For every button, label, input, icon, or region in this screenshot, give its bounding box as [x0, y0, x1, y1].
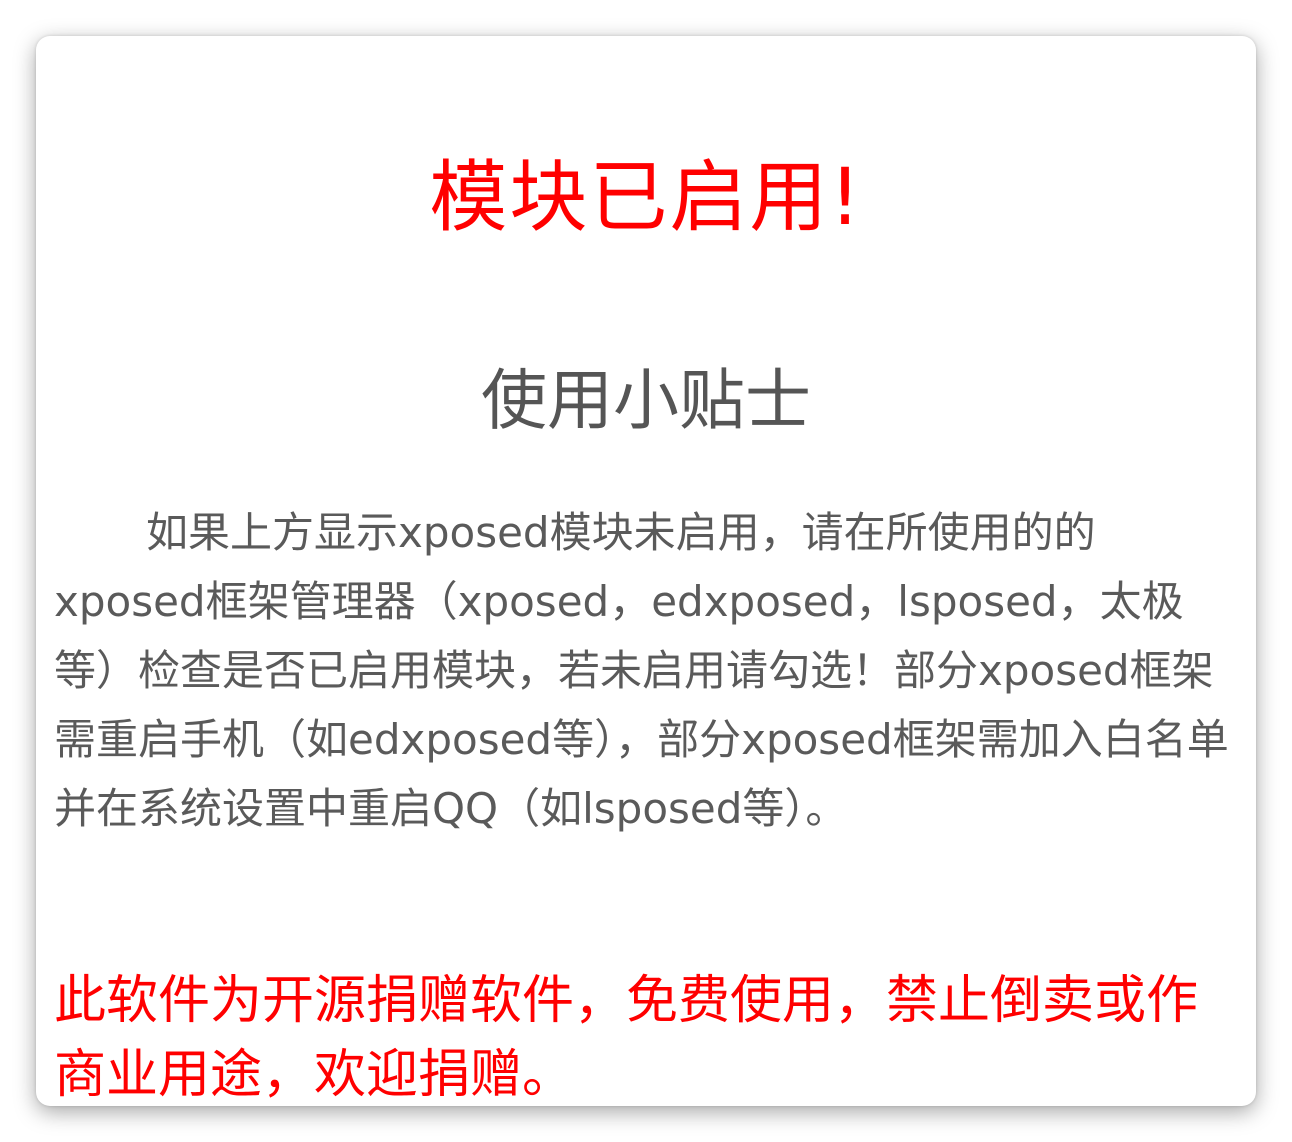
tips-title: 使用小贴士: [481, 362, 811, 439]
tips-body: 如果上方显示xposed模块未启用，请在所使用的的xposed框架管理器（xpo…: [54, 508, 1229, 833]
donation-notice: 此软件为开源捐赠软件，免费使用，禁止倒卖或作商业用途，欢迎捐赠。: [54, 971, 1199, 1105]
module-status-text: 模块已启用!: [429, 153, 863, 243]
info-dialog: 模块已启用! 使用小贴士 如果上方显示xposed模块未启用，请在所使用的的xp…: [36, 36, 1256, 1106]
